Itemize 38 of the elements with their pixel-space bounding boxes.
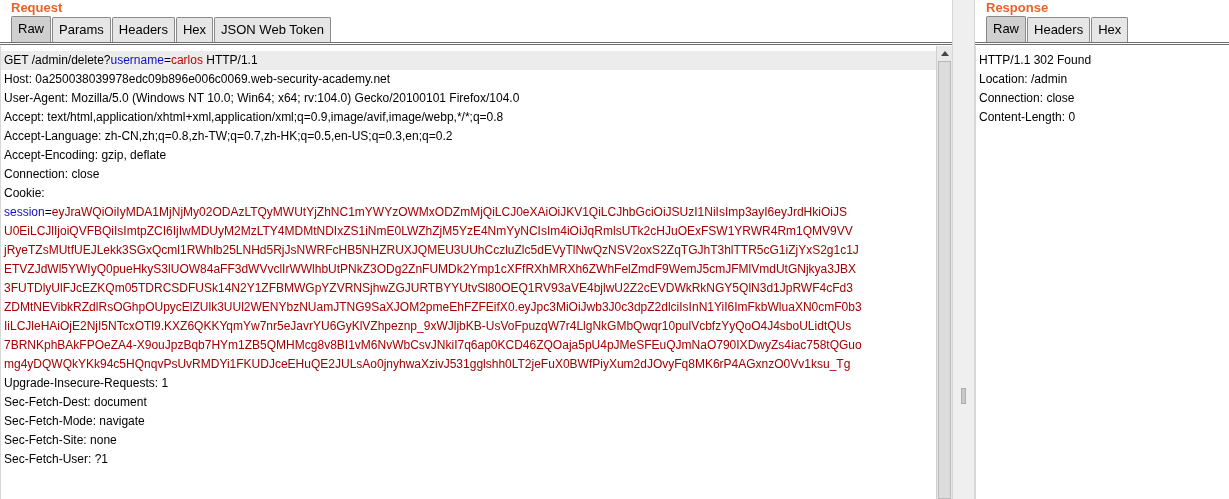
- tab[interactable]: Raw: [986, 16, 1026, 42]
- tab[interactable]: JSON Web Token: [214, 17, 331, 42]
- panel-title: Request: [11, 0, 63, 16]
- header-line: Content-Length: 0: [978, 109, 1077, 126]
- tab[interactable]: Raw: [11, 16, 51, 42]
- cookie-line: jRyeTZsMUtfUEJLekk3SGxQcml1RWhlb25LNHd5RjJsNWRFcHB5NHZRUXJQMEU3UUhCczluZlc5dEVyTlNwQzNSV2oxS2ZqTGJhT3hlTTR5cG1iZjYxS2g1c1J: [2, 242, 860, 259]
- tab[interactable]: Params: [52, 17, 111, 42]
- cookie-line: 3FUTDlyUlFJcEZKQm05TDRCSDFUSk14N2Y1ZFBMWGpYZVRNSjhwZGJURTBYYUtvSl80OEQ1RV93aVE4bjlwU2Z2cEVDWkRkNGY5QlN3d1JpRWF4cFd3: [3, 280, 854, 297]
- header-line: Connection: close: [3, 166, 101, 183]
- cookie-line: session=eyJraWQiOiIyMDA1MjNjMy02ODAzLTQyMWUtYjZhNC1mYWYzOWMxODZmMjQiLCJ0eXAiOiJKV1QiLCJhbGciOiJSUzI1NiIsImp3ayI6eyJrdHkiOiJS: [3, 204, 848, 221]
- header-line: Sec-Fetch-Site: none: [3, 432, 118, 449]
- header-line: HTTP/1.1 302 Found: [978, 52, 1093, 69]
- cookie-line: ETVZJdWl5YWIyQ0pueHkyS3lUOW84aFF3dWVvclIrWWlhbUtPNkZ3ODg2ZnFUMDk2Ymp1cXFfRXhMRXh6ZWhFelZmdF9WemJ5cmJFMlVmdUtGNjkya3JBX: [3, 261, 857, 278]
- header-line: Upgrade-Insecure-Requests: 1: [3, 375, 170, 392]
- tab[interactable]: Hex: [1091, 17, 1129, 42]
- header-line: Accept: text/html,application/xhtml+xml,application/xml;q=0.9,image/avif,image/webp,*/*;q=0.8: [3, 109, 505, 126]
- header-line: Accept-Language: zh-CN,zh;q=0.8,zh-TW;q=0.7,zh-HK;q=0.5,en-US;q=0.3,en;q=0.2: [3, 128, 454, 145]
- header-line: Sec-Fetch-Dest: document: [3, 394, 148, 411]
- scroll-up-icon[interactable]: [940, 50, 949, 56]
- header-line: Accept-Encoding: gzip, deflate: [3, 147, 168, 164]
- cookie-line: 7BRNKphBAkFPOeZA4-X9ouJpzBqb7HYm1ZB5QMHMcg8v8BI1vM6NvWbCsvJNkiI7q6ap0KCD46ZQOaja5pU4pJMeSFEuQJmNaO790IXDwyZs4iac758tQGuo: [3, 337, 863, 354]
- tab[interactable]: Headers: [1027, 17, 1091, 42]
- header-line: Sec-Fetch-User: ?1: [3, 451, 110, 468]
- header-line: Host: 0a250038039978edc09b896e006c0069.web-security-academy.net: [3, 71, 392, 88]
- header-line: User-Agent: Mozilla/5.0 (Windows NT 10.0; Win64; x64; rv:104.0) Gecko/20100101 Firefox/104.0: [3, 90, 521, 107]
- header-line: Location: /admin: [978, 71, 1069, 88]
- header-line: Cookie:: [3, 185, 46, 202]
- panel-title: Response: [986, 0, 1049, 16]
- grip-icon[interactable]: [961, 388, 966, 404]
- tab[interactable]: Headers: [111, 17, 175, 42]
- cookie-line: ZDMtNEVibkRZdlRsOGhpOUpycElZUlk3UUl2WENYbzNUamJTNG9SaXJOM2pmeEhFZFEifX0.eyJpc3MiOiJwb3J0c3dpZ2dlciIsInN1YiI6ImFkbWluaXN0cmF0b3: [3, 299, 863, 316]
- cookie-line: IiLCJleHAiOjE2NjI5NTcxOTl9.KXZ6QKKYqmYw7nr5eJavrYU6GyKlVZhpeznp_9xWJljbKB-UsVoFpuzqW7r4LlgNkGMbQwqr10pulVcbfzYyQoO4J4sboULidtQUs: [3, 318, 853, 335]
- cookie-line: U0EiLCJlIjoiQVFBQiIsImtpZCI6IjIwMDUyM2MzLTY4MDMtNDIxZS1iNmE0LWZhZjM5YzE4NmYyNCIsIm4iOiJqRmlsUTk2cHJuOExFSW1YRWR4Rm1QMV9VV: [3, 223, 854, 240]
- header-line: Connection: close: [978, 90, 1076, 107]
- scrollbar[interactable]: [936, 46, 952, 499]
- tab[interactable]: Hex: [175, 17, 214, 42]
- cookie-line: mg4yDQWQkYKk94c5HQnqvPsUvRMDYi1FKUDJceEHuQE2JULsAo0jnyhwaXzivJ531gglshh0LT2jeFuX0BWfPiyXum2dJOvyFq8MK6rP4AGxnzO0Vv1ksu_Tg: [3, 356, 852, 373]
- header-line: Sec-Fetch-Mode: navigate: [3, 413, 146, 430]
